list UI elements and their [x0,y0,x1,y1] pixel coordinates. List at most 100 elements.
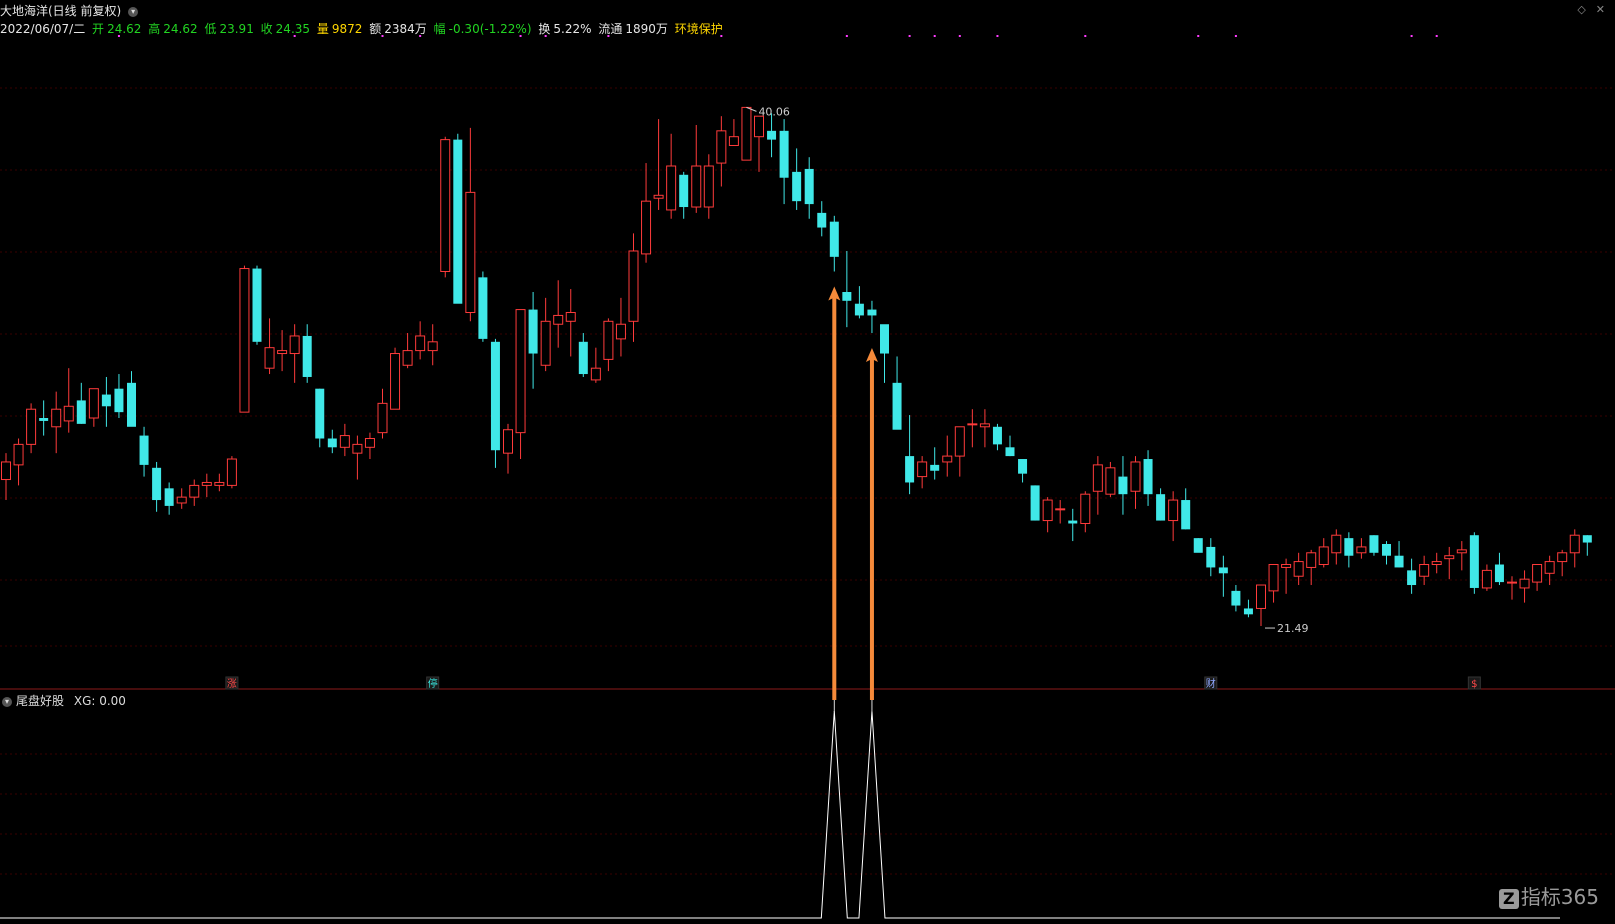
watermark-logo: Z 指标365 [1498,881,1599,910]
candle-body [1018,459,1028,474]
top-tick [117,35,120,37]
candle-body [1218,567,1228,574]
logo-text: 指标365 [1520,885,1599,909]
candle-body [716,130,727,164]
candle-body [741,106,752,161]
candle-body [302,335,312,377]
candle-body [1268,564,1279,592]
candle-body [51,408,62,428]
signal-line [0,710,1560,919]
top-tick [908,35,911,37]
candle-body [1382,544,1391,556]
top-tick [1084,35,1087,37]
candle-body [88,388,99,419]
candle-body [1532,564,1543,583]
candle-body [967,423,978,426]
candle-body [390,353,401,410]
candle-body [1130,461,1141,492]
candle-body [1306,552,1317,568]
candle-body [1394,555,1404,568]
chart-canvas[interactable]: 40.06 21.49 涨 停 财 $ [0,0,1615,924]
candle-body [691,165,702,208]
candle-body [1181,500,1191,530]
chevron-down-icon[interactable]: ▾ [2,696,12,707]
candle-body [628,250,639,322]
candle-body [867,309,877,316]
candle-body [1419,564,1430,577]
event-marker: 涨 [227,678,237,690]
candle-body [1407,570,1417,586]
candle-body [754,115,764,138]
candle-body [854,303,864,316]
candle-body [930,464,940,471]
candle-body [590,367,601,381]
candle-body [641,200,652,255]
candle-body [415,335,426,352]
top-tick [996,35,999,37]
candle-body [829,221,839,257]
candle-body [277,350,288,355]
candle-body [402,350,413,366]
candle-body [553,314,564,325]
candle-body [1231,590,1241,606]
top-tick [1410,35,1413,37]
candle-body [515,309,526,434]
candle-body [703,165,714,208]
candle-body [239,268,250,413]
candle-body [364,438,375,448]
candle-body [1344,538,1354,556]
candle-body [992,426,1002,445]
high-label: 40.06 [758,105,790,118]
candle-body [76,400,86,424]
candle-body [565,312,576,322]
candle-body [465,191,476,314]
candle-body [1256,584,1266,609]
candle-body [1356,546,1367,554]
candle-body [1105,467,1116,495]
top-tick [519,35,522,37]
candle-body [327,438,337,448]
candle-body [1469,535,1479,588]
candle-body [615,323,626,340]
logo-icon: Z [1498,889,1519,909]
candle-body [603,320,614,360]
candle-body [339,435,350,448]
indicator-value: XG: 0.00 [73,694,126,708]
candle-body [1042,499,1053,522]
candle-body [1168,499,1179,522]
top-tick [720,35,723,37]
candle-body [804,168,814,205]
candle-body [201,481,212,486]
candle-body [842,292,852,301]
candle-body [189,484,200,498]
candle-body [1055,508,1066,511]
candle-body [1557,552,1568,563]
candle-body [1507,581,1517,584]
candle-body [1293,561,1304,577]
top-tick [1197,35,1200,37]
top-tick [958,35,961,37]
candle-body [880,324,889,354]
candle-body [1193,538,1203,553]
top-tick [419,35,422,37]
top-tick [1435,35,1438,37]
candle-body [1519,578,1530,589]
candle-body [792,171,802,202]
candle-body [164,488,174,506]
candle-body [1331,534,1342,554]
top-tick [544,35,547,37]
candle-body [1456,549,1467,554]
candle-body [114,388,124,413]
candle-body [503,429,513,454]
candle-body [1431,561,1442,566]
candle-body [1118,476,1128,495]
candle-body [26,408,37,445]
low-label: 21.49 [1277,622,1309,635]
candle-body [1030,485,1040,521]
top-tick [1234,35,1237,37]
candle-body [101,394,111,407]
candle-body [152,467,162,501]
candle-body [905,456,915,483]
candle-body [767,130,777,140]
candle-body [1494,564,1504,583]
